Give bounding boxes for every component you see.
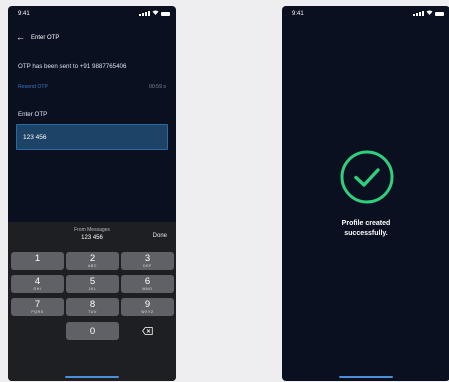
check-circle-icon [340, 150, 394, 204]
status-time: 9:41 [18, 11, 30, 17]
back-arrow-icon[interactable]: ← [16, 33, 25, 42]
header: ← Enter OTP [16, 33, 59, 42]
resend-otp-link[interactable]: Resend OTP [18, 84, 48, 90]
battery-icon [161, 11, 170, 16]
key-4[interactable]: 4 GHI [11, 275, 64, 293]
suggestion-source: From Messages [74, 227, 110, 233]
wifi-icon [152, 10, 159, 17]
otp-screen: 9:41 ← Enter OTP OTP has been sent to +9… [8, 6, 176, 381]
key-6[interactable]: 6 MNO [121, 275, 174, 293]
key-3[interactable]: 3 DEF [121, 252, 174, 270]
key-5[interactable]: 5 JKL [66, 275, 119, 293]
key-2[interactable]: 2 ABC [66, 252, 119, 270]
otp-autofill-suggestion[interactable]: From Messages 123 456 [63, 227, 121, 241]
key-1[interactable]: 1 [11, 252, 64, 270]
resend-timer: 00:59 s [148, 84, 166, 90]
status-time: 9:41 [292, 11, 304, 17]
home-indicator [65, 376, 119, 378]
success-screen: 9:41 Profile created successfully. [282, 6, 449, 381]
battery-icon [435, 11, 444, 16]
signal-icon [139, 11, 150, 16]
status-bar: 9:41 [8, 6, 176, 20]
done-button[interactable]: Done [153, 233, 167, 239]
otp-field-label: Enter OTP [18, 111, 48, 118]
success-line-1: Profile created [341, 220, 391, 227]
page-title: Enter OTP [31, 34, 60, 41]
key-7[interactable]: 7 PQRS [11, 298, 64, 316]
status-bar: 9:41 [282, 6, 449, 20]
numeric-keyboard: From Messages 123 456 Done 1 2 ABC 3 DEF… [8, 222, 176, 381]
signal-icon [413, 11, 424, 16]
wifi-icon [426, 10, 433, 17]
keyboard-suggestion-bar: From Messages 123 456 Done [8, 222, 176, 250]
key-0[interactable]: 0 [66, 322, 119, 340]
otp-sent-message: OTP has been sent to +91 9887765406 [18, 63, 127, 70]
backspace-icon[interactable] [121, 322, 174, 340]
home-indicator [339, 376, 393, 378]
success-line-2: successfully. [344, 230, 388, 237]
success-message: Profile created successfully. [282, 219, 449, 239]
key-9[interactable]: 9 WXYZ [121, 298, 174, 316]
suggestion-code: 123 456 [81, 235, 103, 241]
otp-input[interactable] [16, 124, 168, 150]
key-8[interactable]: 8 TUV [66, 298, 119, 316]
